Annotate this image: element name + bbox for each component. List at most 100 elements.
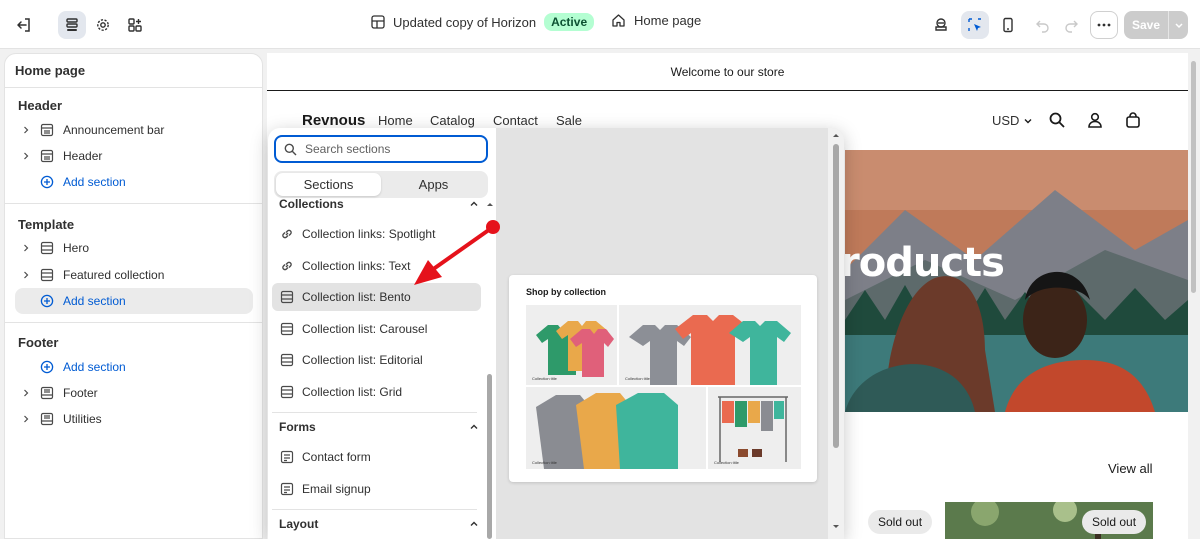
picker-item-collection-list-grid[interactable]: Collection list: Grid	[272, 378, 481, 406]
section-icon	[37, 412, 57, 426]
chevron-right-icon[interactable]	[17, 415, 35, 423]
account-icon[interactable]	[1087, 112, 1103, 128]
apps-icon[interactable]	[121, 11, 149, 39]
picker-item-label: Collection list: Bento	[302, 290, 411, 304]
search-icon[interactable]	[1049, 112, 1065, 128]
group-layout-label: Layout	[279, 517, 319, 531]
top-bar: Updated copy of Horizon Active Home page…	[0, 0, 1200, 49]
picker-item-label: Collection list: Grid	[302, 385, 403, 399]
page-name: Home page	[634, 13, 702, 28]
inspector-icon[interactable]	[927, 11, 955, 39]
group-forms[interactable]: Forms	[279, 420, 479, 434]
nav-contact[interactable]: Contact	[493, 113, 538, 128]
chevron-down-icon[interactable]	[1169, 20, 1188, 30]
mobile-icon[interactable]	[994, 11, 1022, 39]
view-all-link[interactable]: View all	[1108, 461, 1153, 476]
form-icon	[278, 450, 296, 464]
section-header[interactable]: Header	[15, 143, 253, 169]
link-icon	[278, 259, 296, 273]
chevron-right-icon[interactable]	[17, 271, 35, 279]
status-badge: Active	[544, 13, 595, 31]
save-button[interactable]: Save	[1124, 11, 1188, 39]
preview-area-scrollbar[interactable]	[828, 128, 844, 539]
undo-icon[interactable]	[1029, 11, 1057, 39]
more-options-icon[interactable]	[1090, 11, 1118, 39]
chevron-right-icon[interactable]	[17, 152, 35, 160]
hero-heading: roducts	[840, 240, 1005, 286]
redo-icon[interactable]	[1057, 11, 1085, 39]
picker-item-label: Collection links: Text	[302, 259, 411, 273]
search-icon	[284, 143, 297, 156]
group-collections-label: Collections	[279, 197, 344, 211]
group-collections[interactable]: Collections	[279, 197, 479, 211]
section-icon	[278, 322, 296, 336]
section-announcement-bar[interactable]: Announcement bar	[15, 117, 253, 143]
picker-item-contact-form[interactable]: Contact form	[272, 443, 481, 471]
group-footer-label: Footer	[18, 335, 59, 350]
section-featured-collection[interactable]: Featured collection	[15, 262, 253, 288]
gear-icon[interactable]	[89, 11, 117, 39]
section-hero[interactable]: Hero	[15, 235, 253, 261]
theme-selector[interactable]: Updated copy of Horizon Active	[371, 13, 595, 31]
chevron-right-icon[interactable]	[17, 389, 35, 397]
picker-item-label: Email signup	[302, 482, 371, 496]
announcement-bar: Welcome to our store	[267, 53, 1188, 91]
section-icon	[278, 353, 296, 367]
section-label: Featured collection	[63, 268, 165, 282]
form-icon	[278, 482, 296, 496]
tile-caption: Collection title	[714, 460, 739, 465]
panel-title: Home page	[15, 63, 86, 78]
picker-item-collection-list-editorial[interactable]: Collection list: Editorial	[272, 346, 481, 374]
preview-scrollbar[interactable]	[1188, 53, 1200, 539]
section-preview-card: Shop by collection Collection title Coll…	[509, 275, 817, 482]
chevron-up-icon	[470, 424, 478, 429]
store-logo[interactable]: Revnous	[302, 112, 365, 129]
group-layout[interactable]: Layout	[279, 517, 479, 531]
add-section-footer-button[interactable]: Add section	[15, 354, 253, 380]
chevron-down-icon	[1024, 118, 1032, 123]
group-template-label: Template	[18, 217, 75, 232]
nav-home[interactable]: Home	[378, 113, 413, 128]
select-element-icon[interactable]	[961, 11, 989, 39]
tab-sections[interactable]: Sections	[276, 173, 381, 196]
section-label: Hero	[63, 241, 90, 255]
nav-catalog[interactable]: Catalog	[430, 113, 475, 128]
group-header-label: Header	[18, 98, 63, 113]
announcement-text: Welcome to our store	[670, 64, 785, 79]
preview-tile: Collection title	[619, 305, 801, 385]
plus-circle-icon	[37, 175, 57, 189]
section-icon	[278, 290, 296, 304]
tile-caption: Collection title	[625, 376, 650, 381]
tab-apps[interactable]: Apps	[381, 173, 486, 196]
nav-sale[interactable]: Sale	[556, 113, 582, 128]
sections-panel: Home page Header Announcement bar Header…	[4, 53, 263, 539]
picker-item-label: Contact form	[302, 450, 371, 464]
add-section-picker: Sections Apps Collections Collection lin…	[268, 128, 844, 539]
add-section-template-button[interactable]: Add section	[15, 288, 253, 314]
preview-tile: Collection title	[526, 387, 706, 469]
section-label: Utilities	[63, 412, 102, 426]
section-icon	[37, 268, 57, 282]
section-utilities[interactable]: Utilities	[15, 406, 253, 432]
sections-icon[interactable]	[58, 11, 86, 39]
section-icon	[37, 123, 57, 137]
chevron-up-icon	[470, 201, 478, 206]
theme-icon	[371, 15, 385, 29]
page-selector[interactable]: Home page	[611, 13, 701, 28]
picker-item-email-signup[interactable]: Email signup	[272, 475, 481, 503]
save-button-label: Save	[1131, 18, 1161, 32]
add-section-header-button[interactable]: Add section	[15, 169, 253, 195]
search-input[interactable]	[305, 142, 475, 156]
chevron-up-icon	[470, 521, 478, 526]
exit-icon[interactable]	[10, 11, 38, 39]
preview-card-title: Shop by collection	[526, 287, 607, 297]
chevron-right-icon[interactable]	[17, 244, 35, 252]
picker-item-collection-list-carousel[interactable]: Collection list: Carousel	[272, 315, 481, 343]
chevron-right-icon[interactable]	[17, 126, 35, 134]
section-icon	[37, 386, 57, 400]
section-footer[interactable]: Footer	[15, 380, 253, 406]
picker-item-label: Collection list: Editorial	[302, 353, 423, 367]
currency-selector[interactable]: USD	[992, 113, 1033, 128]
cart-icon[interactable]	[1125, 112, 1141, 128]
search-field[interactable]	[274, 135, 488, 163]
